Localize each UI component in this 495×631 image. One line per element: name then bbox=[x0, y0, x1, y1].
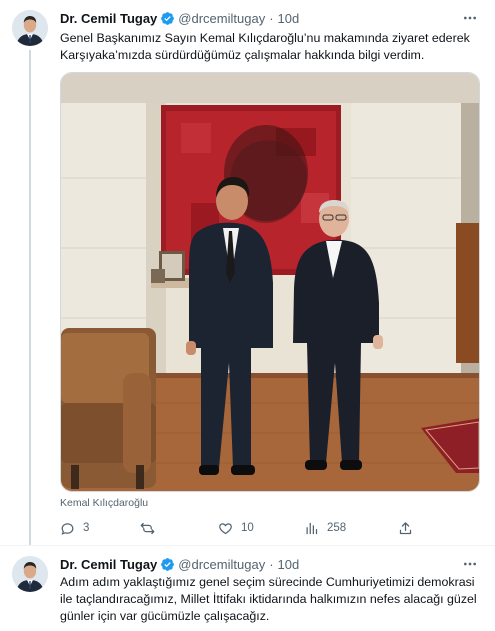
author-name[interactable]: Dr. Cemil Tugay bbox=[60, 11, 157, 26]
verified-badge-icon bbox=[161, 11, 175, 25]
more-icon[interactable] bbox=[461, 9, 479, 27]
reply-count: 3 bbox=[83, 522, 90, 534]
tweet[interactable]: Dr. Cemil Tugay @drcemiltugay · 10d Adım… bbox=[0, 546, 495, 631]
views-count: 258 bbox=[327, 522, 347, 534]
tweet-text: Genel Başkanımız Sayın Kemal Kılıçdaroğl… bbox=[60, 31, 470, 62]
tweet-timestamp[interactable]: 10d bbox=[278, 11, 300, 26]
like-count: 10 bbox=[241, 522, 254, 534]
share-button[interactable] bbox=[398, 518, 421, 538]
retweet-button[interactable] bbox=[140, 518, 163, 538]
tweet-photo[interactable] bbox=[60, 72, 480, 492]
reply-button[interactable]: 3 bbox=[60, 518, 89, 538]
retweet-icon bbox=[140, 522, 155, 534]
share-icon bbox=[399, 521, 412, 534]
views-button[interactable]: 258 bbox=[304, 518, 346, 538]
photo-tag[interactable]: Kemal Kılıçdaroğlu bbox=[60, 497, 148, 509]
tweet-header: Dr. Cemil Tugay @drcemiltugay · 10d bbox=[60, 9, 299, 27]
tweet-header: Dr. Cemil Tugay @drcemiltugay · 10d bbox=[60, 555, 299, 573]
header-separator: · bbox=[269, 556, 274, 572]
more-icon[interactable] bbox=[461, 555, 479, 573]
like-button[interactable]: 10 bbox=[218, 518, 254, 538]
like-icon bbox=[219, 522, 232, 534]
author-handle[interactable]: @drcemiltugay bbox=[178, 557, 265, 572]
tweet[interactable]: Dr. Cemil Tugay @drcemiltugay · 10d Gene… bbox=[0, 0, 495, 545]
author-handle[interactable]: @drcemiltugay bbox=[178, 11, 265, 26]
tweet-text: Adım adım yaklaştığımız genel seçim süre… bbox=[60, 575, 477, 623]
tweet-actions: 3 10 258 bbox=[60, 518, 480, 538]
views-icon bbox=[306, 522, 318, 534]
avatar[interactable] bbox=[12, 556, 48, 592]
reply-icon bbox=[61, 522, 74, 535]
avatar[interactable] bbox=[12, 10, 48, 46]
author-name[interactable]: Dr. Cemil Tugay bbox=[60, 557, 157, 572]
header-separator: · bbox=[269, 10, 274, 26]
tweet-timestamp[interactable]: 10d bbox=[278, 557, 300, 572]
verified-badge-icon bbox=[161, 557, 175, 571]
